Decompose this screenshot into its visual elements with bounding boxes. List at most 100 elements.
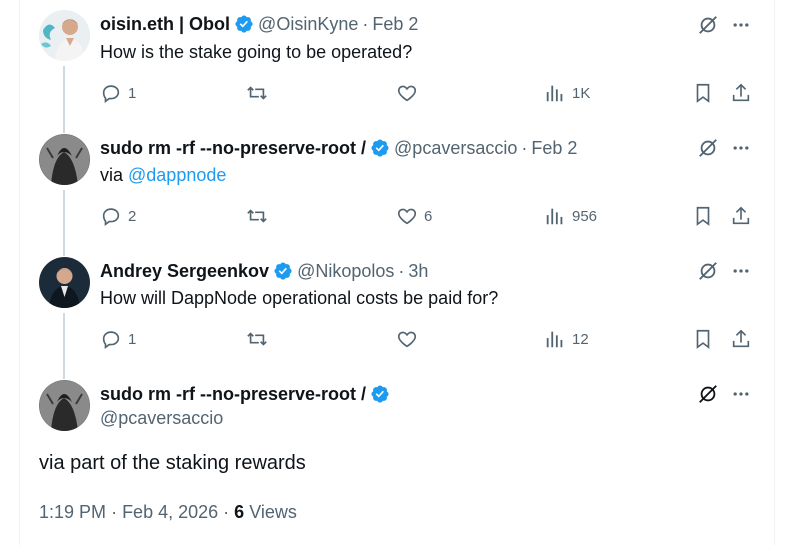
tweet-actions: 1 12 xyxy=(100,324,760,354)
main-tweet-text: via part of the staking rewards xyxy=(39,452,306,474)
author-name[interactable]: sudo rm -rf --no-preserve-root / xyxy=(100,384,366,405)
repost-icon xyxy=(247,86,267,100)
like-button[interactable]: 6 xyxy=(396,201,432,231)
thread-line xyxy=(63,313,65,379)
share-button[interactable] xyxy=(730,78,752,108)
tweet-header: Andrey Sergeenkov @Nikopolos · 3h xyxy=(100,260,428,282)
bookmark-icon xyxy=(696,329,710,349)
repost-button[interactable] xyxy=(246,201,268,231)
repost-icon xyxy=(247,332,267,346)
more-icon xyxy=(733,392,749,396)
tweet-date[interactable]: 3h xyxy=(408,261,428,282)
views-icon xyxy=(546,85,563,102)
views-count: 6 xyxy=(234,502,245,522)
like-icon xyxy=(397,331,417,348)
share-icon xyxy=(732,83,750,102)
main-tweet-header: sudo rm -rf --no-preserve-root / xyxy=(100,383,394,405)
share-button[interactable] xyxy=(730,201,752,231)
verified-badge-icon xyxy=(371,385,389,403)
separator-dot: · xyxy=(362,13,369,34)
like-button[interactable] xyxy=(396,324,418,354)
views-button[interactable]: 12 xyxy=(544,324,589,354)
views-icon xyxy=(546,208,563,225)
verified-badge-icon xyxy=(235,15,253,33)
bookmark-button[interactable] xyxy=(692,78,714,108)
tweet-actions: 2 6 956 xyxy=(100,201,760,231)
more-icon xyxy=(733,23,749,27)
reply-count: 1 xyxy=(128,84,137,102)
share-icon xyxy=(732,206,750,225)
grok-button[interactable] xyxy=(695,135,721,161)
reply-button[interactable]: 2 xyxy=(100,201,136,231)
tweet-meta: 1:19 PM · Feb 4, 2026 · 6 Views xyxy=(39,502,297,523)
separator-dot: · xyxy=(398,260,405,281)
tweet-date[interactable]: Feb 2 xyxy=(372,14,418,35)
reply-icon xyxy=(102,331,120,349)
more-button[interactable] xyxy=(728,135,754,161)
mention-link[interactable]: @dappnode xyxy=(128,165,226,185)
bookmark-button[interactable] xyxy=(692,201,714,231)
share-icon xyxy=(732,329,750,348)
more-icon xyxy=(733,269,749,273)
author-name[interactable]: sudo rm -rf --no-preserve-root / xyxy=(100,138,366,159)
views-count: 12 xyxy=(572,330,589,348)
repost-button[interactable] xyxy=(246,324,268,354)
tweet-actions: 1 1K xyxy=(100,78,760,108)
author-name[interactable]: oisin.eth | Obol xyxy=(100,14,230,35)
tweet-text: How will DappNode operational costs be p… xyxy=(100,288,499,308)
author-name[interactable]: Andrey Sergeenkov xyxy=(100,261,269,282)
reply-button[interactable]: 1 xyxy=(100,78,136,108)
avatar[interactable] xyxy=(39,257,90,308)
reply-icon xyxy=(102,85,120,103)
tweet-text: via @dappnode xyxy=(100,165,226,186)
verified-badge-icon xyxy=(371,139,389,157)
avatar[interactable] xyxy=(39,10,90,61)
tweet-time[interactable]: 1:19 PM xyxy=(39,502,106,522)
author-handle[interactable]: @pcaversaccio xyxy=(100,408,223,429)
grok-button[interactable] xyxy=(695,12,721,38)
bookmark-icon xyxy=(696,83,710,103)
avatar[interactable] xyxy=(39,134,90,185)
reply-count: 2 xyxy=(128,207,137,225)
tweet-date[interactable]: Feb 2 xyxy=(531,138,577,159)
author-handle[interactable]: @Nikopolos xyxy=(297,261,394,282)
tweet-text: How is the stake going to be operated? xyxy=(100,42,413,62)
separator-dot: · xyxy=(521,137,528,158)
author-handle[interactable]: @pcaversaccio xyxy=(394,138,517,159)
more-button[interactable] xyxy=(728,258,754,284)
bookmark-button[interactable] xyxy=(692,324,714,354)
like-count: 6 xyxy=(424,207,433,225)
views-button[interactable]: 1K xyxy=(544,78,590,108)
like-button[interactable] xyxy=(396,78,418,108)
like-icon xyxy=(397,208,417,225)
tweet-header: oisin.eth | Obol @OisinKyne · Feb 2 xyxy=(100,13,418,35)
thread-line xyxy=(63,66,65,133)
more-button[interactable] xyxy=(728,381,754,407)
views-button[interactable]: 956 xyxy=(544,201,597,231)
grok-icon xyxy=(699,16,717,34)
verified-badge-icon xyxy=(274,262,292,280)
like-icon xyxy=(397,85,417,102)
thread-line xyxy=(63,190,65,256)
reply-icon xyxy=(102,208,120,226)
views-icon xyxy=(546,331,563,348)
views-count: 1K xyxy=(572,84,591,102)
bookmark-icon xyxy=(696,206,710,226)
repost-icon xyxy=(247,209,267,223)
grok-icon xyxy=(699,262,717,280)
views-label: Views xyxy=(249,502,297,522)
tweet-text-prefix: via xyxy=(100,165,129,185)
more-icon xyxy=(733,146,749,150)
tweet-full-date[interactable]: Feb 4, 2026 xyxy=(122,502,218,522)
grok-button[interactable] xyxy=(695,258,721,284)
grok-icon xyxy=(699,139,717,157)
repost-button[interactable] xyxy=(246,78,268,108)
separator-dot: · xyxy=(223,502,235,522)
share-button[interactable] xyxy=(730,324,752,354)
reply-button[interactable]: 1 xyxy=(100,324,136,354)
more-button[interactable] xyxy=(728,12,754,38)
separator-dot: · xyxy=(111,502,123,522)
grok-button[interactable] xyxy=(695,381,721,407)
avatar[interactable] xyxy=(39,380,90,431)
author-handle[interactable]: @OisinKyne xyxy=(258,14,358,35)
